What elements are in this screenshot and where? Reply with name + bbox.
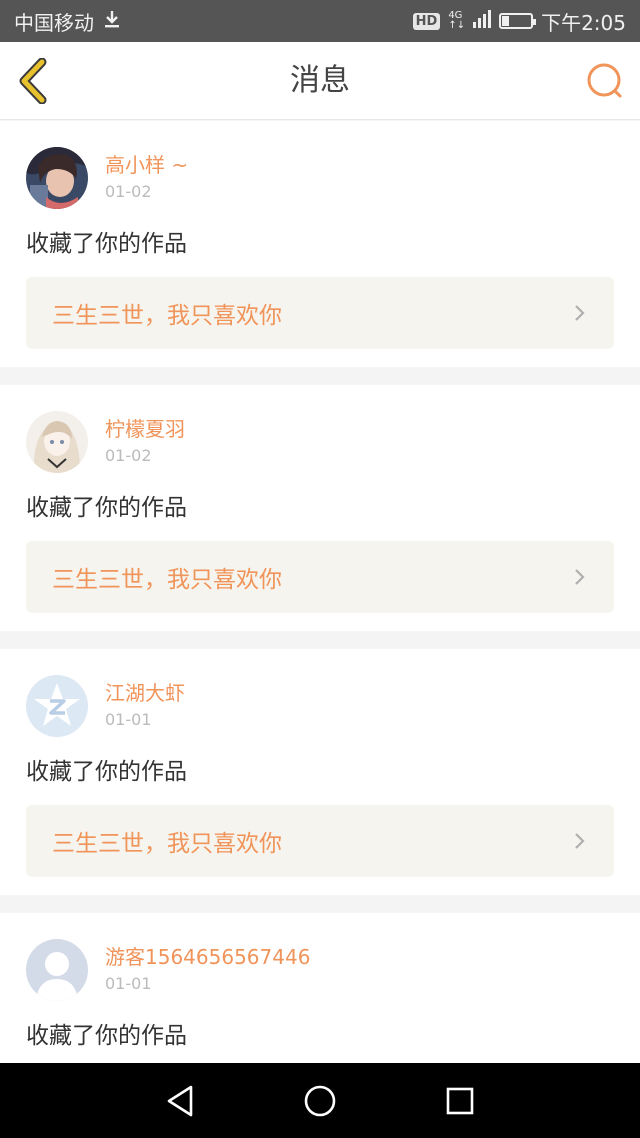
work-link[interactable]: 三生三世，我只喜欢你: [26, 805, 614, 877]
action-text: 收藏了你的作品: [26, 495, 187, 521]
nav-back-button[interactable]: [160, 1081, 200, 1121]
search-button[interactable]: [584, 60, 626, 102]
circle-home-icon: [304, 1085, 336, 1116]
message-list: 高小样 ~ 01-02 收藏了你的作品 三生三世，我只喜欢你 柠檬夏羽 01-0…: [0, 121, 640, 1063]
message-date: 01-02: [105, 446, 152, 465]
status-bar: 中国移动 HD 4G ↑↓ 下午2:05: [0, 0, 640, 42]
message-date: 01-01: [105, 974, 152, 993]
message-card: 江湖大虾 01-01 收藏了你的作品 三生三世，我只喜欢你: [0, 649, 640, 895]
message-card: 游客1564656567446 01-01 收藏了你的作品: [0, 913, 640, 1063]
username[interactable]: 高小样 ~: [105, 152, 188, 178]
battery-icon: [499, 13, 537, 29]
nav-home-button[interactable]: [300, 1081, 340, 1121]
message-card: 柠檬夏羽 01-02 收藏了你的作品 三生三世，我只喜欢你: [0, 385, 640, 631]
page-title: 消息: [290, 63, 350, 98]
triangle-back-icon: [167, 1085, 193, 1116]
back-button[interactable]: [12, 57, 58, 105]
action-text: 收藏了你的作品: [26, 759, 187, 785]
action-text: 收藏了你的作品: [26, 231, 187, 257]
signal-icon: [473, 9, 492, 33]
network-type: 4G ↑↓: [448, 10, 466, 31]
carrier-name: 中国移动: [14, 10, 94, 35]
username[interactable]: 柠檬夏羽: [105, 416, 185, 442]
avatar[interactable]: [26, 411, 88, 473]
work-link[interactable]: 三生三世，我只喜欢你: [26, 541, 614, 613]
username[interactable]: 江湖大虾: [105, 680, 185, 706]
chevron-right-icon: [575, 305, 585, 321]
username[interactable]: 游客1564656567446: [105, 944, 310, 970]
download-icon: [102, 9, 122, 34]
avatar[interactable]: [26, 147, 88, 209]
clock: 下午2:05: [541, 10, 626, 35]
chevron-right-icon: [575, 569, 585, 585]
hd-badge: HD: [412, 12, 441, 30]
work-title: 三生三世，我只喜欢你: [52, 567, 282, 593]
work-title: 三生三世，我只喜欢你: [52, 831, 282, 857]
chevron-right-icon: [575, 833, 585, 849]
search-icon: [587, 63, 622, 98]
message-card: 高小样 ~ 01-02 收藏了你的作品 三生三世，我只喜欢你: [0, 121, 640, 367]
avatar[interactable]: [26, 675, 88, 737]
message-date: 01-02: [105, 182, 152, 201]
app-header: 消息: [0, 42, 640, 120]
system-nav-bar: [0, 1063, 640, 1138]
work-link[interactable]: 三生三世，我只喜欢你: [26, 277, 614, 349]
square-recents-icon: [446, 1087, 474, 1114]
nav-recents-button[interactable]: [440, 1081, 480, 1121]
message-date: 01-01: [105, 710, 152, 729]
action-text: 收藏了你的作品: [26, 1023, 187, 1049]
avatar[interactable]: [26, 939, 88, 1001]
chevron-left-icon: [19, 57, 47, 105]
work-title: 三生三世，我只喜欢你: [52, 303, 282, 329]
